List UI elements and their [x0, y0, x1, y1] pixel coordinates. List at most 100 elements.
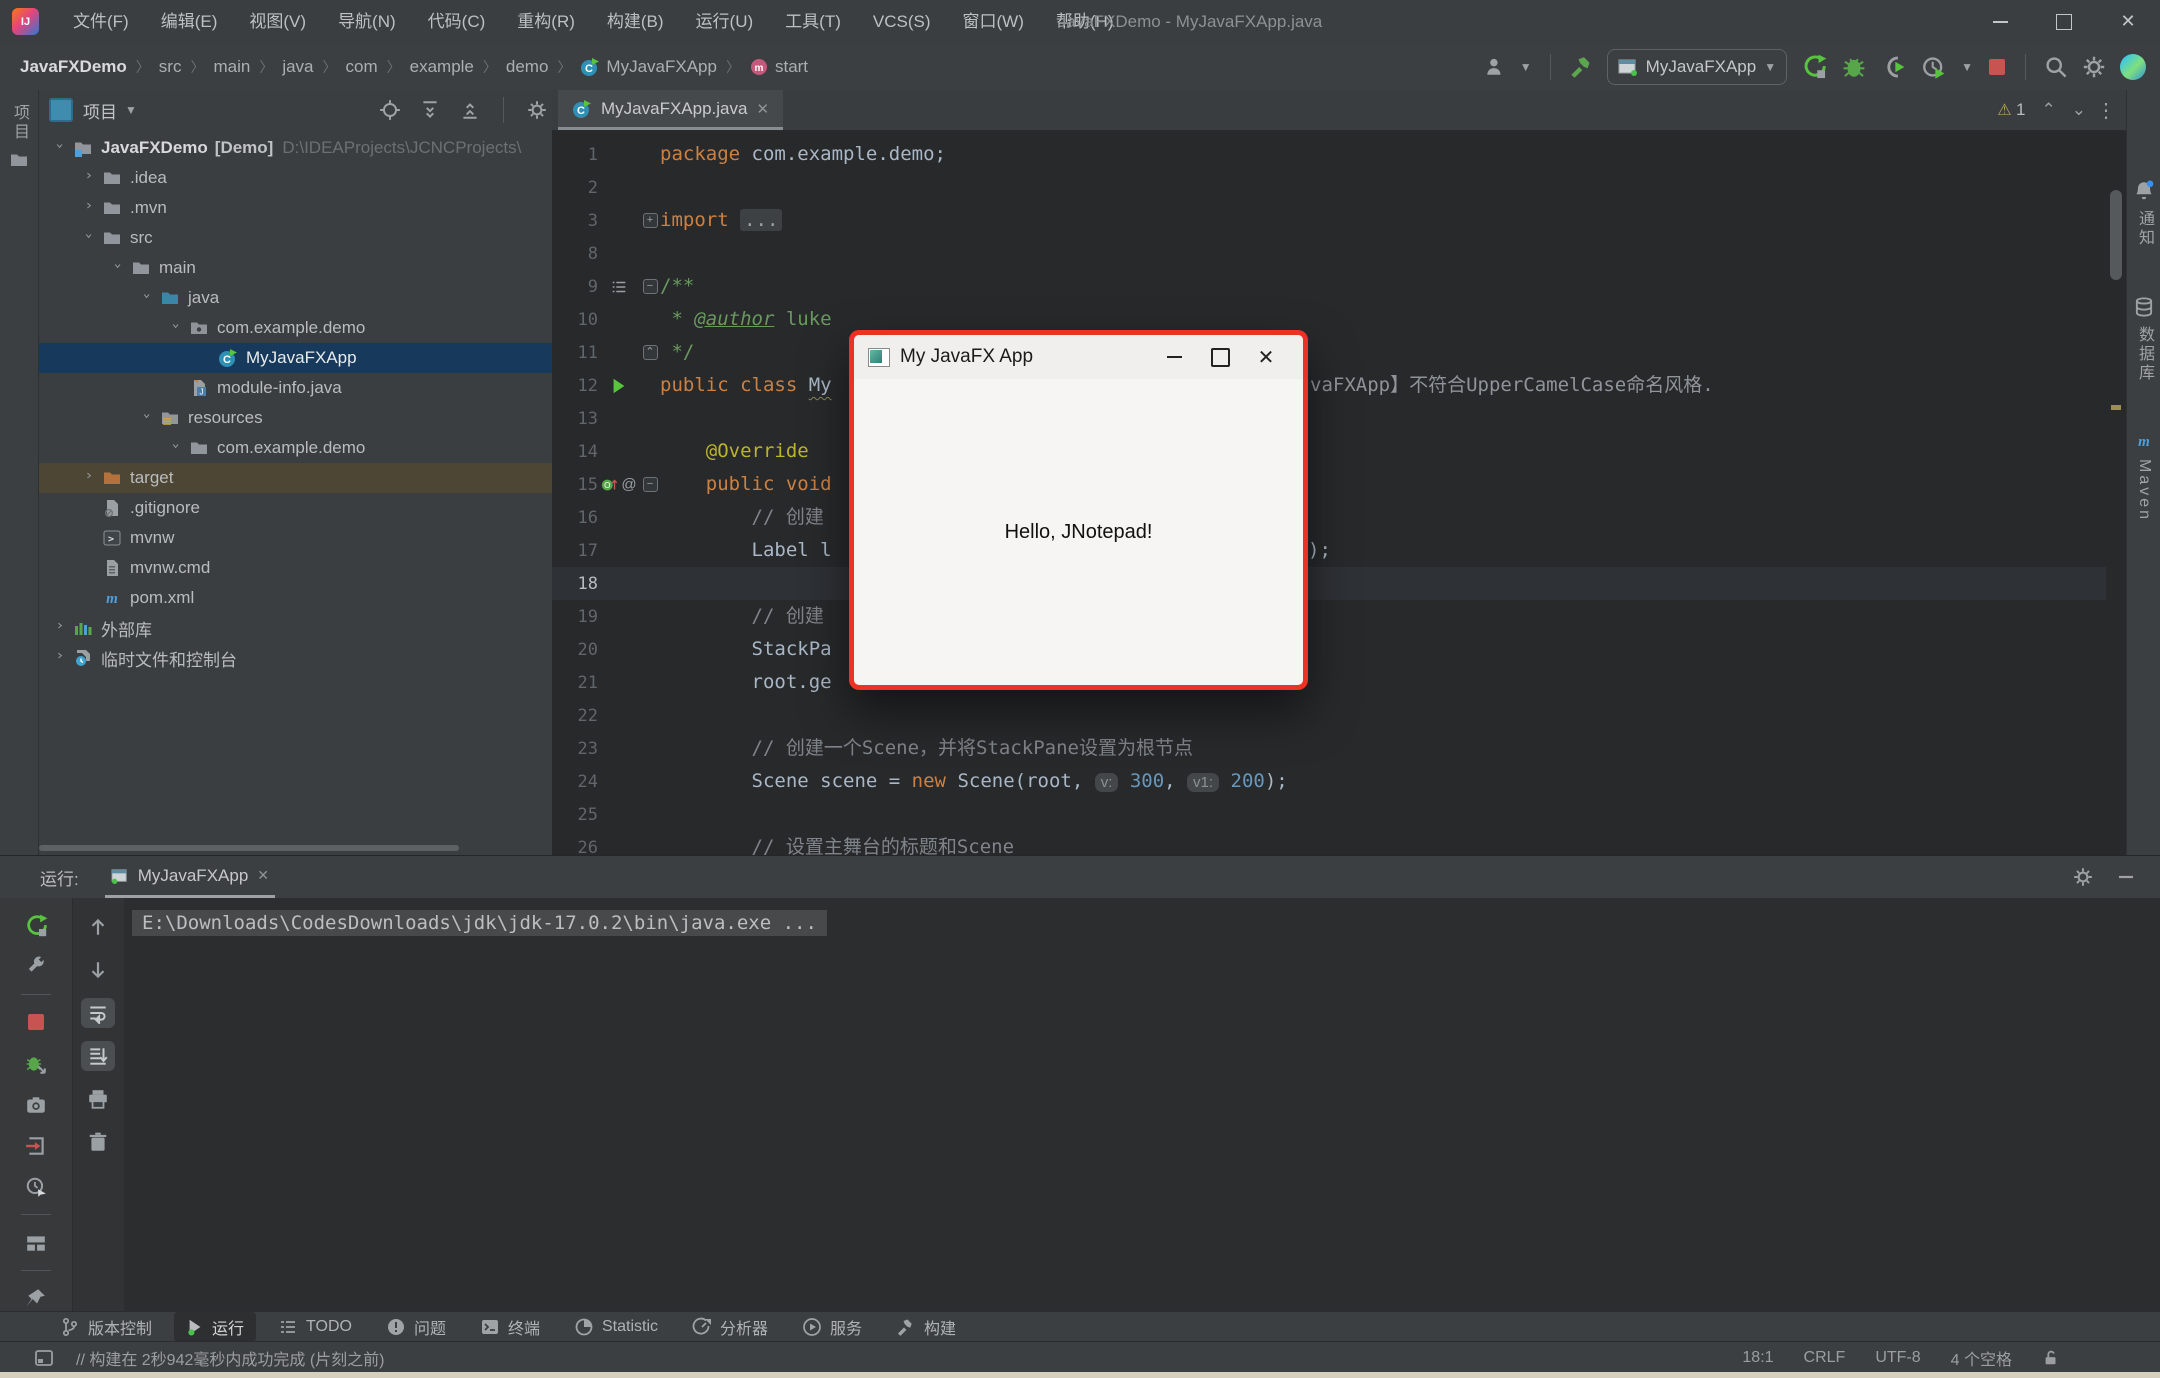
toolwindow-button-问题[interactable]: 问题 — [374, 1312, 458, 1342]
maximize-button[interactable] — [2032, 0, 2096, 43]
pin-icon[interactable] — [19, 1285, 53, 1312]
breadcrumb-item[interactable]: main — [213, 57, 250, 77]
fold-marker-icon[interactable]: ⌃ — [640, 345, 660, 360]
run-with-coverage-button[interactable] — [1921, 54, 1947, 80]
code-line-20[interactable]: 20 StackPa — [552, 633, 2106, 666]
code-line-10[interactable]: 10 * @author luke — [552, 303, 2106, 336]
run-configuration-select[interactable]: MyJavaFXApp ▼ — [1607, 49, 1787, 85]
chevron-down-icon[interactable] — [80, 232, 102, 244]
tree-row-resources[interactable]: resources — [39, 403, 552, 433]
tree-row-pom.xml[interactable]: mpom.xml — [39, 583, 552, 613]
inspection-widget[interactable]: ⚠ 1 ⌃ ⌄ — [1997, 100, 2086, 120]
tree-row-.gitignore[interactable]: .gitignore — [39, 493, 552, 523]
menu-item[interactable]: 视图(V) — [233, 0, 322, 43]
tree-row-临时文件和控制台[interactable]: 临时文件和控制台 — [39, 643, 552, 673]
attach-debug-icon[interactable] — [19, 1050, 53, 1077]
code-line-23[interactable]: 23 // 创建一个Scene，并将StackPane设置为根节点 — [552, 732, 2106, 765]
chevron-down-icon[interactable]: ▼ — [1961, 60, 1973, 74]
code-line-12[interactable]: 12public class MyvaFXApp】不符合UpperCamelCa… — [552, 369, 2106, 402]
code-line-11[interactable]: 11⌃ */ — [552, 336, 2106, 369]
code-line-14[interactable]: 14 @Override — [552, 435, 2106, 468]
search-everywhere-icon[interactable] — [2044, 55, 2068, 79]
toolwindow-button-版本控制[interactable]: 版本控制 — [48, 1312, 164, 1342]
printer-icon[interactable] — [81, 1084, 115, 1114]
stripe-button-数据库[interactable]: 数据库 — [2127, 296, 2160, 383]
breadcrumb-item[interactable]: demo — [506, 57, 549, 77]
editor-tab-myjavafxapp[interactable]: C MyJavaFXApp.java ✕ — [558, 90, 783, 130]
code-line-3[interactable]: 3+import ... — [552, 204, 2106, 237]
stripe-button-通知[interactable]: 通知 — [2127, 180, 2160, 248]
close-button[interactable]: ✕ — [2096, 0, 2160, 43]
panel-settings-gear-icon[interactable] — [526, 99, 548, 121]
code-line-18[interactable]: 18 — [552, 567, 2106, 600]
project-panel-title[interactable]: 项目 — [83, 98, 117, 123]
code-line-21[interactable]: 21 root.ge — [552, 666, 2106, 699]
code-line-22[interactable]: 22 — [552, 699, 2106, 732]
scroll-end-icon[interactable] — [81, 1041, 115, 1071]
indent-widget[interactable]: 4 个空格 — [1951, 1346, 2012, 1370]
tree-row-JavaFXDemo[interactable]: JavaFXDemo[Demo]D:\IDEAProjects\JCNCProj… — [39, 133, 552, 163]
close-tab-icon[interactable]: ✕ — [257, 867, 269, 884]
toolwindow-button-Statistic[interactable]: Statistic — [562, 1314, 670, 1340]
code-line-8[interactable]: 8 — [552, 237, 2106, 270]
doc-list-icon[interactable] — [598, 278, 640, 296]
code-line-2[interactable]: 2 — [552, 171, 2106, 204]
tree-row-target[interactable]: target — [39, 463, 552, 493]
breadcrumb-item[interactable]: src — [159, 57, 182, 77]
minimize-panel-icon[interactable] — [2116, 867, 2136, 887]
stripe-button-项目[interactable]: 项目 — [0, 104, 38, 170]
javafx-titlebar[interactable]: My JavaFX App ✕ — [854, 335, 1303, 379]
chevron-right-icon[interactable] — [80, 172, 102, 184]
status-message[interactable]: // 构建在 2秒942毫秒内成功完成 (片刻之前) — [76, 1346, 384, 1370]
lock-icon[interactable] — [2042, 1349, 2060, 1367]
tree-row-MyJavaFXApp[interactable]: CMyJavaFXApp — [39, 343, 552, 373]
chevron-down-icon[interactable] — [167, 442, 189, 454]
menu-item[interactable]: 重构(R) — [501, 0, 591, 43]
breadcrumb-item[interactable]: mstart — [749, 57, 808, 77]
tree-row-java[interactable]: java — [39, 283, 552, 313]
warning-stripe-mark[interactable] — [2111, 405, 2121, 410]
breadcrumb-item[interactable]: com — [346, 57, 378, 77]
code-line-1[interactable]: 1package com.example.demo; — [552, 138, 2106, 171]
tree-row-module-info.java[interactable]: Jmodule-info.java — [39, 373, 552, 403]
tree-row-main[interactable]: main — [39, 253, 552, 283]
chevron-right-icon[interactable] — [80, 202, 102, 214]
arrow-up-icon[interactable] — [81, 912, 115, 942]
fold-marker-icon[interactable]: − — [640, 279, 660, 294]
build-hammer-icon[interactable] — [1569, 55, 1593, 79]
locate-file-icon[interactable] — [379, 99, 401, 121]
code-line-25[interactable]: 25 — [552, 798, 2106, 831]
menu-item[interactable]: VCS(S) — [857, 0, 947, 43]
tree-row-mvnw.cmd[interactable]: mvnw.cmd — [39, 553, 552, 583]
profile-clock-icon[interactable] — [19, 1173, 53, 1200]
fold-marker-icon[interactable]: − — [640, 477, 660, 492]
code-line-17[interactable]: 17 Label l); — [552, 534, 2106, 567]
arrow-down-icon[interactable] — [81, 955, 115, 985]
javafx-close-button[interactable]: ✕ — [1243, 335, 1289, 379]
expand-all-icon[interactable] — [419, 99, 441, 121]
encoding-widget[interactable]: UTF-8 — [1875, 1349, 1920, 1367]
console-command-line[interactable]: E:\Downloads\CodesDownloads\jdk\jdk-17.0… — [132, 910, 827, 936]
run-main-icon[interactable] — [598, 377, 640, 395]
close-tab-icon[interactable]: ✕ — [756, 100, 769, 118]
editor-options-icon[interactable]: ⋮ — [2096, 98, 2116, 123]
exit-icon[interactable] — [19, 1132, 53, 1159]
breadcrumb-item[interactable]: java — [282, 57, 313, 77]
stripe-button-Maven[interactable]: mMaven — [2127, 431, 2160, 522]
menu-item[interactable]: 导航(N) — [322, 0, 412, 43]
menu-item[interactable]: 工具(T) — [769, 0, 857, 43]
settings-gear-icon[interactable] — [2082, 55, 2106, 79]
chevron-down-icon[interactable] — [138, 412, 160, 424]
run-settings-gear-icon[interactable] — [2072, 866, 2094, 888]
stop-button[interactable] — [1987, 57, 2007, 77]
debug-button[interactable] — [1841, 54, 1867, 80]
toolwindow-button-TODO[interactable]: TODO — [266, 1314, 364, 1340]
code-line-9[interactable]: 9−/** — [552, 270, 2106, 303]
tree-row-com.example.demo[interactable]: com.example.demo — [39, 313, 552, 343]
toolwindow-button-服务[interactable]: 服务 — [790, 1312, 874, 1342]
run-button[interactable] — [1801, 54, 1827, 80]
soft-wrap-icon[interactable] — [81, 998, 115, 1028]
menu-item[interactable]: 编辑(E) — [145, 0, 234, 43]
code-editor[interactable]: 1package com.example.demo;23+import ...8… — [552, 138, 2106, 864]
toolwindow-button-构建[interactable]: 构建 — [884, 1312, 968, 1342]
